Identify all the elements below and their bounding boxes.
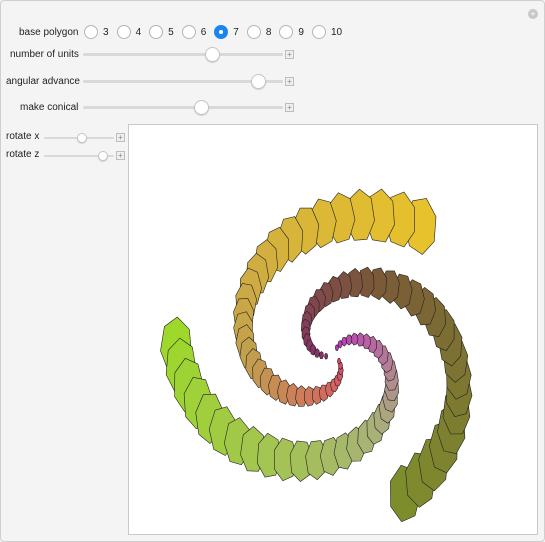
slider-track <box>83 106 283 109</box>
spiral-graphic[interactable] <box>129 125 537 534</box>
plot-canvas[interactable] <box>128 124 538 535</box>
radio-label: 3 <box>103 26 109 38</box>
angular-advance-label: angular advance <box>6 76 80 87</box>
spiral-unit <box>337 358 341 365</box>
radio-label: 9 <box>298 26 304 38</box>
rotate-x-slider[interactable] <box>44 131 114 145</box>
rotate-z-label: rotate z <box>6 149 40 160</box>
radio-button[interactable] <box>149 25 164 39</box>
radio-option-8[interactable]: 8 <box>246 25 272 39</box>
radio-option-6[interactable]: 6 <box>181 25 207 39</box>
spiral-unit <box>345 334 353 346</box>
radio-button[interactable] <box>116 25 131 39</box>
spiral-unit <box>324 352 329 360</box>
radio-button[interactable] <box>311 25 326 39</box>
rotate-x-plus-icon[interactable]: + <box>116 133 125 142</box>
slider-thumb[interactable] <box>205 47 221 62</box>
make-conical-label: make conical <box>20 102 79 113</box>
spiral-unit <box>334 344 339 351</box>
radio-option-7[interactable]: 7 <box>214 25 239 39</box>
radio-option-9[interactable]: 9 <box>279 25 304 39</box>
radio-button[interactable] <box>84 25 98 39</box>
number-of-units-label: number of units <box>10 49 79 60</box>
base-polygon-radio-group: 3 4 5 6 7 8 9 10 <box>84 23 350 41</box>
rotate-x-label: rotate x <box>6 131 40 142</box>
angular-advance-slider[interactable] <box>83 74 283 89</box>
radio-option-5[interactable]: 5 <box>149 25 174 39</box>
radio-option-4[interactable]: 4 <box>116 25 142 39</box>
radio-label: 8 <box>265 26 272 38</box>
radio-button[interactable] <box>214 25 229 39</box>
spiral-unit <box>351 332 359 346</box>
radio-label: 7 <box>233 26 239 38</box>
spiral-unit <box>314 348 320 358</box>
radio-label: 4 <box>135 26 142 38</box>
slider-thumb[interactable] <box>77 133 87 143</box>
angular-advance-plus-icon[interactable]: + <box>285 77 294 86</box>
radio-button[interactable] <box>279 25 294 39</box>
radio-option-3[interactable]: 3 <box>84 25 109 39</box>
radio-label: 10 <box>330 26 343 38</box>
radio-button[interactable] <box>181 25 196 39</box>
slider-track <box>83 53 283 56</box>
spiral-unit <box>319 351 324 360</box>
base-polygon-label: base polygon <box>19 27 79 38</box>
radio-option-10[interactable]: 10 <box>311 25 343 39</box>
slider-thumb[interactable] <box>251 74 267 89</box>
radio-label: 6 <box>200 26 207 38</box>
rotate-z-plus-icon[interactable]: + <box>116 151 125 160</box>
radio-button[interactable] <box>246 25 261 39</box>
slider-thumb[interactable] <box>194 100 209 115</box>
make-conical-slider[interactable] <box>83 100 283 115</box>
number-of-units-slider[interactable] <box>83 47 283 62</box>
make-conical-plus-icon[interactable]: + <box>285 103 294 112</box>
radio-label: 5 <box>168 26 174 38</box>
slider-thumb[interactable] <box>98 151 108 161</box>
rotate-z-slider[interactable] <box>44 149 114 163</box>
options-plus-icon[interactable]: + <box>528 9 538 19</box>
spiral-unit <box>341 336 347 347</box>
number-of-units-plus-icon[interactable]: + <box>285 50 294 59</box>
